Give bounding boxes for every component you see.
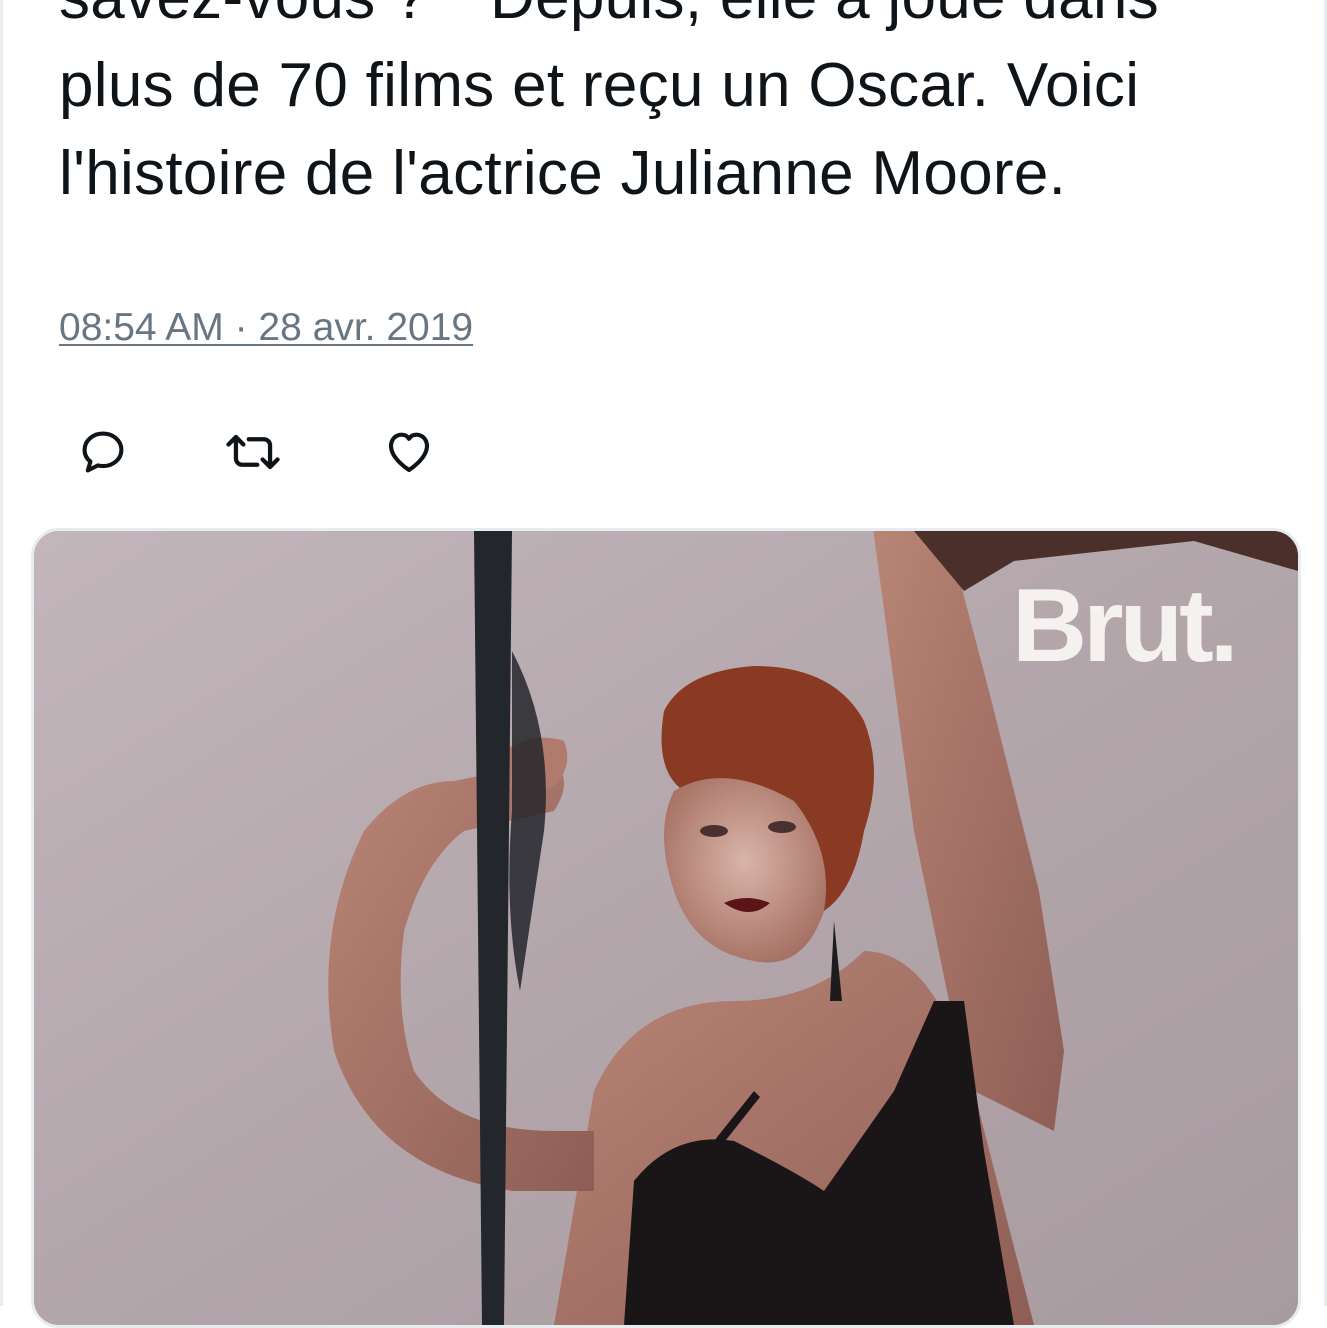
- reply-icon: [82, 431, 124, 473]
- tweet-text-line: l'histoire de l'actrice Julianne Moore.: [59, 139, 1067, 208]
- tweet-text-line: plus de 70 films et reçu un Oscar. Voici: [59, 51, 1140, 120]
- like-button[interactable]: [377, 420, 441, 484]
- tweet-text: savez-vous ?"" Depuis, elle a joué dans …: [59, 0, 1279, 218]
- heart-icon: [388, 432, 430, 473]
- retweet-button[interactable]: [221, 420, 285, 484]
- tweet-timestamp-link[interactable]: 08:54 AM · 28 avr. 2019: [59, 304, 473, 352]
- tweet-card: savez-vous ?"" Depuis, elle a joué dans …: [0, 0, 1327, 1328]
- tweet-media-image[interactable]: Brut.: [31, 528, 1301, 1328]
- reply-button[interactable]: [71, 420, 135, 484]
- brut-watermark: Brut.: [1012, 568, 1239, 684]
- retweet-icon: [226, 434, 280, 470]
- tweet-text-line: savez-vous ?"" Depuis, elle a joué dans: [59, 0, 1279, 42]
